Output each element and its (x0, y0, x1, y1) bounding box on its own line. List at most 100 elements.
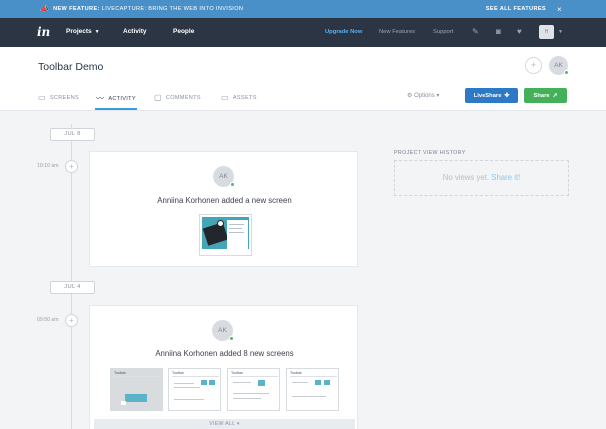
tab-comments-label: COMMENTS (165, 94, 201, 101)
thumbnail-footer (202, 249, 249, 253)
share-it-link[interactable]: Share it! (491, 173, 520, 182)
comment-icon: ▢ (154, 93, 162, 102)
thumbnail-title: Toolbar (231, 371, 243, 375)
project-header: Toolbar Demo + AK ▭ SCREENS 〰 ACTIVITY ▢ CO… (0, 47, 606, 111)
liveshare-button[interactable]: LiveShare ✚ (465, 88, 518, 103)
thumbnail-line (174, 383, 194, 384)
add-member-button[interactable]: + (525, 57, 542, 74)
screen-thumbnail[interactable]: Toolbar (110, 368, 163, 411)
tab-screens[interactable]: ▭ SCREENS (38, 93, 79, 102)
thumbnail-image (202, 217, 249, 253)
thumbnail-block (125, 394, 147, 402)
liveshare-icon: ✚ (504, 92, 510, 99)
camera-icon[interactable]: ◙ (496, 27, 501, 36)
close-icon[interactable]: × (557, 5, 562, 14)
owner-avatar[interactable]: AK (549, 56, 569, 75)
thumbnail-line (292, 382, 308, 383)
activity-avatar-initials: AK (219, 173, 228, 180)
thumbnail-circle-shape (217, 220, 224, 227)
plus-icon: + (69, 162, 74, 171)
thumbnail-title: Toolbar (290, 371, 302, 375)
history-empty-text: No views yet. (442, 173, 490, 182)
monitor-icon: ▭ (38, 93, 46, 102)
thumbnail-divider (114, 376, 161, 377)
announcement-new-feature-label: New Feature: (53, 6, 100, 12)
thumbnail-line (233, 382, 251, 383)
project-title: Toolbar Demo (38, 61, 104, 73)
megaphone-icon: 📣 (40, 6, 50, 13)
timeline-date-badge: JUL 8 (50, 128, 95, 141)
plus-icon: + (530, 60, 537, 70)
plus-icon: + (69, 316, 74, 325)
nav-people[interactable]: People (173, 28, 194, 35)
user-avatar[interactable]: H (539, 25, 554, 39)
owner-initials: AK (554, 62, 563, 69)
heart-icon[interactable]: ♥ (517, 27, 522, 36)
activity-card: AK Anniina Korhonen added 8 new screens … (89, 305, 358, 429)
view-all-label: VIEW ALL (209, 421, 236, 427)
activity-message: Anniina Korhonen added 8 new screens (155, 349, 294, 358)
tab-screens-label: SCREENS (49, 94, 80, 101)
screen-thumbnail[interactable]: Toolbar (286, 368, 339, 411)
online-status-dot (229, 336, 234, 341)
screen-thumbnail[interactable]: Toolbar (227, 368, 280, 411)
chevron-down-icon: ▾ (436, 93, 440, 99)
thumbnail-line (233, 398, 261, 399)
thumbnail-divider (231, 376, 278, 377)
thumbnail-block (209, 380, 215, 385)
gear-icon: ⚙ (407, 93, 413, 99)
options-dropdown[interactable]: ⚙ Options ▾ (407, 92, 439, 99)
activity-message: Anniina Korhonen added a new screen (157, 196, 292, 205)
add-comment-button[interactable]: + (65, 160, 78, 173)
project-view-history-box: No views yet. Share it! (394, 160, 569, 196)
active-tab-indicator (95, 108, 137, 110)
tab-assets-label: ASSETS (232, 94, 257, 101)
tab-assets[interactable]: ▭ ASSETS (221, 93, 257, 102)
options-label: Options (414, 93, 435, 99)
thumbnail-text-line (229, 224, 244, 225)
thumbnail-block (121, 401, 126, 405)
thumbnail-line (174, 399, 204, 400)
activity-pulse-icon: 〰 (96, 94, 105, 103)
nav-projects[interactable]: Projects ▼ (66, 28, 100, 35)
timeline-date-badge: JUL 4 (50, 281, 95, 294)
activity-avatar: AK (212, 320, 234, 341)
view-all-button[interactable]: VIEW ALL ▾ (94, 419, 355, 429)
chevron-down-icon: ▾ (236, 421, 240, 427)
add-comment-button[interactable]: + (65, 314, 78, 327)
thumbnail-divider (172, 376, 219, 377)
thumbnail-divider (290, 376, 337, 377)
share-label: Share (533, 92, 550, 99)
announcement-text[interactable]: LiveCapture: Bring the web into InVision (102, 6, 244, 12)
tab-activity[interactable]: 〰 ACTIVITY (96, 93, 136, 104)
see-all-features-link[interactable]: See all features (486, 6, 546, 12)
activity-avatar-initials: AK (218, 327, 227, 334)
support-link[interactable]: Support (433, 29, 453, 35)
new-features-link[interactable]: New Features (379, 29, 415, 35)
chevron-down-icon[interactable]: ▼ (558, 29, 563, 35)
thumbnail-text-line (229, 232, 244, 233)
activity-card: AK Anniina Korhonen added a new screen (89, 151, 358, 267)
top-nav: in Projects ▼ Activity People Upgrade Now… (0, 18, 606, 47)
thumbnail-line (233, 393, 269, 394)
timeline-time: 10:10 am (37, 163, 59, 169)
tab-comments[interactable]: ▢ COMMENTS (154, 93, 201, 102)
share-button[interactable]: Share ➚ (524, 88, 567, 103)
activity-avatar: AK (213, 166, 235, 187)
nav-projects-label: Projects (66, 28, 92, 35)
thumbnail-block (201, 380, 207, 385)
share-arrow-icon: ➚ (552, 92, 558, 99)
screen-thumbnail[interactable] (199, 214, 252, 256)
invision-logo[interactable]: in (37, 25, 50, 39)
liveshare-label: LiveShare (473, 92, 502, 99)
thumbnail-block (315, 380, 321, 385)
folder-icon: ▭ (221, 93, 229, 102)
thumbnail-block (324, 380, 330, 385)
upgrade-now-link[interactable]: Upgrade Now (325, 29, 362, 35)
pen-tool-icon[interactable]: ✎ (472, 27, 479, 36)
thumbnail-title: Toolbar (172, 371, 184, 375)
nav-activity[interactable]: Activity (123, 28, 146, 35)
chevron-down-icon: ▼ (94, 29, 100, 35)
thumbnail-title: Toolbar (114, 371, 126, 375)
screen-thumbnail[interactable]: Toolbar (168, 368, 221, 411)
